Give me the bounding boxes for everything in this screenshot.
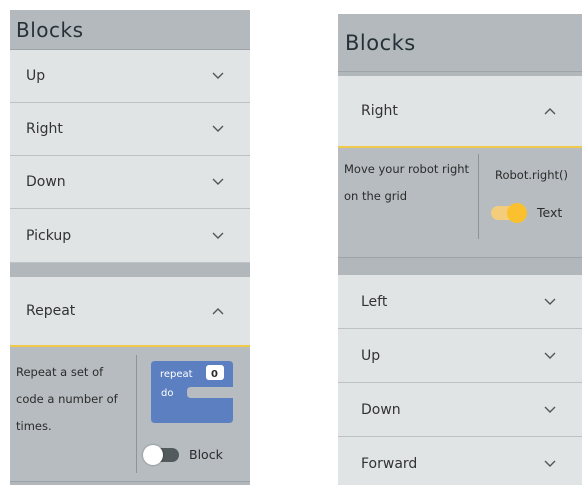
accordion-item-label: Up [26,68,46,84]
chevron-down-icon[interactable] [540,349,560,363]
chevron-down-icon[interactable] [208,229,228,243]
blocks-panel-right: Blocks Right Move your robot right on th… [338,14,582,485]
block-text-toggle[interactable]: Text [491,202,563,223]
accordion-item-forward[interactable]: Forward [338,437,582,485]
chevron-down-icon[interactable] [540,403,560,417]
accordion-item-label: Repeat [26,303,76,319]
toggle-knob[interactable] [507,202,527,223]
code-snippet: Robot.right() [495,168,569,182]
accordion-item-label: Pickup [26,227,72,244]
accordion-item-down[interactable]: Down [10,156,250,209]
blocks-panel-left: Blocks Up Right Down Pickup Repeat Repea… [10,10,250,485]
block-text-toggle[interactable]: Block [143,444,223,465]
accordion-item-down[interactable]: Down [338,383,582,437]
section-gap [338,258,582,275]
accordion-item-label: Down [26,174,66,190]
chevron-down-icon[interactable] [540,295,560,309]
accordion-detail-right: Move your robot right on the grid Robot.… [338,148,582,258]
chevron-down-icon[interactable] [208,69,228,83]
accordion-item-label: Up [361,347,381,364]
panel-title: Blocks [10,10,250,50]
accordion-item-up[interactable]: Up [338,329,582,383]
repeat-keyword: repeat [160,369,193,380]
accordion-item-label: Forward [361,455,418,472]
accordion-item-up[interactable]: Up [10,50,250,103]
accordion-item-right[interactable]: Right [338,76,582,148]
toggle-switch[interactable] [491,202,527,223]
accordion-item-pickup[interactable]: Pickup [10,209,250,263]
repeat-block[interactable]: repeat 0 do [151,361,233,423]
toggle-label: Text [537,205,563,220]
do-keyword: do [161,388,173,399]
accordion-item-right[interactable]: Right [10,103,250,156]
chevron-down-icon[interactable] [208,175,228,189]
toggle-label: Block [189,447,223,462]
accordion-item-label: Left [361,293,388,310]
toggle-knob[interactable] [143,444,163,465]
panel-title: Blocks [338,14,582,72]
toggle-switch[interactable] [143,444,179,465]
repeat-count-value: 0 [211,369,218,380]
chevron-down-icon[interactable] [540,457,560,471]
accordion-item-repeat[interactable]: Repeat [10,277,250,347]
accordion-item-label: Right [26,121,63,137]
block-preview-area: repeat 0 do Block [137,347,250,481]
chevron-down-icon[interactable] [208,122,228,136]
block-description: Repeat a set of code a number of times. [16,365,118,433]
block-description: Move your robot right on the grid [344,162,470,203]
section-gap [10,263,250,277]
accordion-item-label: Right [361,103,398,119]
chevron-up-icon[interactable] [208,304,228,318]
accordion-item-label: Down [361,401,401,418]
code-preview-area: Robot.right() Text [479,148,582,257]
chevron-up-icon[interactable] [540,104,560,118]
accordion-item-left[interactable]: Left [338,275,582,329]
accordion-detail-repeat: Repeat a set of code a number of times. … [10,347,250,482]
